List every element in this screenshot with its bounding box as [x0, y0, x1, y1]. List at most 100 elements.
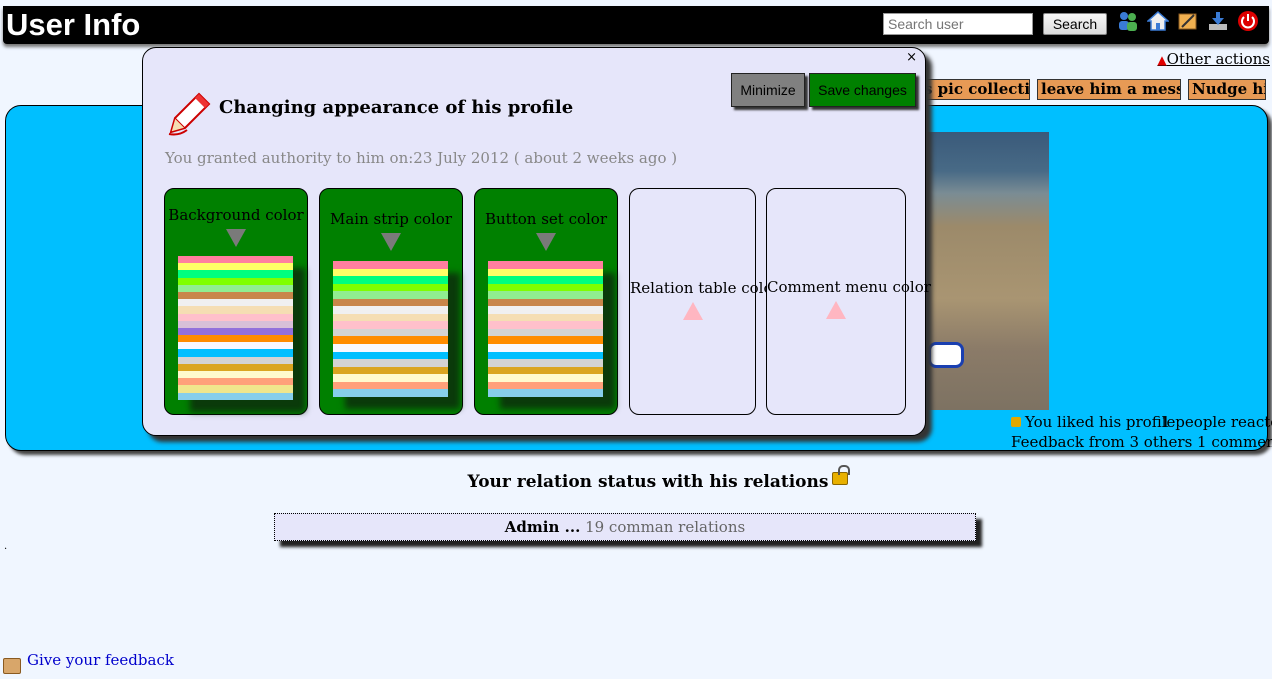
color-swatch[interactable]	[178, 378, 293, 386]
color-swatch[interactable]	[488, 261, 603, 269]
color-swatch[interactable]	[488, 291, 603, 299]
other-actions-link[interactable]: ▲Other actions	[1157, 50, 1270, 68]
relation-count: 19 comman relations	[585, 518, 746, 536]
color-swatch[interactable]	[488, 359, 603, 367]
color-swatch[interactable]	[333, 336, 448, 345]
unlock-icon[interactable]	[832, 465, 851, 485]
color-swatch[interactable]	[178, 313, 293, 321]
download-icon[interactable]	[1207, 10, 1229, 32]
color-swatch[interactable]	[488, 381, 603, 390]
color-swatch[interactable]	[178, 306, 293, 314]
button-swatch-list[interactable]	[488, 261, 603, 397]
color-swatch[interactable]	[488, 321, 603, 329]
color-swatch[interactable]	[333, 366, 448, 375]
color-swatch[interactable]	[488, 389, 603, 397]
color-swatch[interactable]	[178, 284, 293, 292]
card-label: Button set color	[485, 210, 607, 228]
color-swatch[interactable]	[488, 366, 603, 375]
color-swatch[interactable]	[488, 268, 603, 277]
arrow-down-icon[interactable]	[536, 233, 556, 251]
comment-menu-color-card[interactable]: Comment menu color	[766, 188, 931, 415]
save-changes-button[interactable]: Save changes	[809, 73, 916, 107]
background-color-card[interactable]: Background color	[164, 188, 308, 415]
profile-photo[interactable]	[920, 132, 1049, 410]
color-swatch[interactable]	[333, 321, 448, 329]
color-swatch[interactable]	[178, 356, 293, 364]
color-swatch[interactable]	[178, 335, 293, 343]
power-icon[interactable]	[1237, 10, 1259, 32]
color-swatch[interactable]	[333, 276, 448, 284]
arrow-down-icon[interactable]	[226, 229, 246, 247]
background-swatch-list[interactable]	[178, 256, 293, 400]
color-swatch[interactable]	[178, 342, 293, 350]
color-swatch[interactable]	[333, 298, 448, 307]
relation-name[interactable]: Admin ...	[505, 518, 581, 536]
search-button[interactable]: Search	[1043, 13, 1107, 35]
color-swatch[interactable]	[488, 313, 603, 322]
home-icon[interactable]	[1147, 10, 1169, 32]
lock-icon	[1011, 417, 1021, 427]
color-swatch[interactable]	[178, 256, 293, 264]
granted-text: You granted authority to him on:23 July …	[165, 149, 678, 167]
give-feedback-link[interactable]: Give your feedback	[27, 651, 174, 669]
color-swatch[interactable]	[488, 306, 603, 314]
color-swatch[interactable]	[178, 349, 293, 357]
main-strip-color-card[interactable]: Main strip color	[319, 188, 463, 415]
color-swatch[interactable]	[333, 261, 448, 269]
color-swatch[interactable]	[178, 277, 293, 285]
strip-swatch-list[interactable]	[333, 261, 448, 397]
color-swatch[interactable]	[178, 270, 293, 278]
color-swatch[interactable]	[333, 351, 448, 360]
pic-collection-button[interactable]: s pic collection	[920, 79, 1030, 100]
color-swatch[interactable]	[333, 268, 448, 277]
users-icon[interactable]	[1117, 10, 1139, 32]
color-swatch[interactable]	[488, 283, 603, 292]
color-swatch[interactable]	[488, 328, 603, 337]
color-swatch[interactable]	[178, 299, 293, 307]
color-swatch[interactable]	[488, 336, 603, 345]
color-swatch[interactable]	[333, 328, 448, 337]
color-swatch[interactable]	[333, 283, 448, 292]
color-swatch[interactable]	[488, 351, 603, 360]
color-swatch[interactable]	[488, 374, 603, 382]
color-swatch[interactable]	[178, 320, 293, 328]
liked-stats: You liked his profile	[1011, 413, 1175, 431]
search-input[interactable]	[883, 13, 1033, 35]
nudge-button[interactable]: Nudge him	[1188, 79, 1266, 100]
color-swatch[interactable]	[488, 344, 603, 352]
color-swatch[interactable]	[178, 371, 293, 379]
modal-title: Changing appearance of his profile	[219, 97, 574, 118]
color-swatch[interactable]	[178, 263, 293, 271]
relation-row[interactable]: Admin ... 19 comman relations	[274, 513, 976, 541]
color-swatch[interactable]	[333, 381, 448, 390]
color-swatch[interactable]	[178, 291, 293, 300]
arrow-up-icon[interactable]	[683, 302, 703, 320]
feedback-summary[interactable]: Feedback from 3 others 1 comments	[1011, 433, 1272, 451]
color-swatch[interactable]	[488, 298, 603, 307]
color-swatch[interactable]	[178, 392, 293, 400]
color-swatch[interactable]	[333, 359, 448, 367]
arrow-up-icon[interactable]	[826, 301, 846, 319]
color-swatch[interactable]	[333, 344, 448, 352]
color-swatch[interactable]	[488, 276, 603, 284]
pencil-icon	[168, 92, 211, 136]
color-swatch[interactable]	[333, 291, 448, 299]
reacted-count[interactable]: 1 people reacted	[1161, 413, 1272, 431]
color-swatch[interactable]	[333, 374, 448, 382]
color-swatch[interactable]	[178, 385, 293, 393]
liked-text: You liked his profile	[1025, 413, 1176, 431]
feedback-box-icon	[3, 658, 21, 674]
leave-message-button[interactable]: leave him a message	[1037, 79, 1181, 100]
color-swatch[interactable]	[333, 389, 448, 397]
color-swatch[interactable]	[333, 313, 448, 322]
minimize-button[interactable]: Minimize	[731, 73, 805, 107]
relation-table-color-card[interactable]: Relation table color	[629, 188, 780, 415]
arrow-down-icon[interactable]	[381, 233, 401, 251]
close-icon[interactable]: ×	[906, 50, 917, 65]
color-swatch[interactable]	[178, 363, 293, 371]
color-swatch[interactable]	[178, 327, 293, 336]
edit-icon[interactable]	[1177, 10, 1199, 32]
button-set-color-card[interactable]: Button set color	[474, 188, 618, 415]
card-label: Relation table color	[630, 279, 780, 297]
color-swatch[interactable]	[333, 306, 448, 314]
